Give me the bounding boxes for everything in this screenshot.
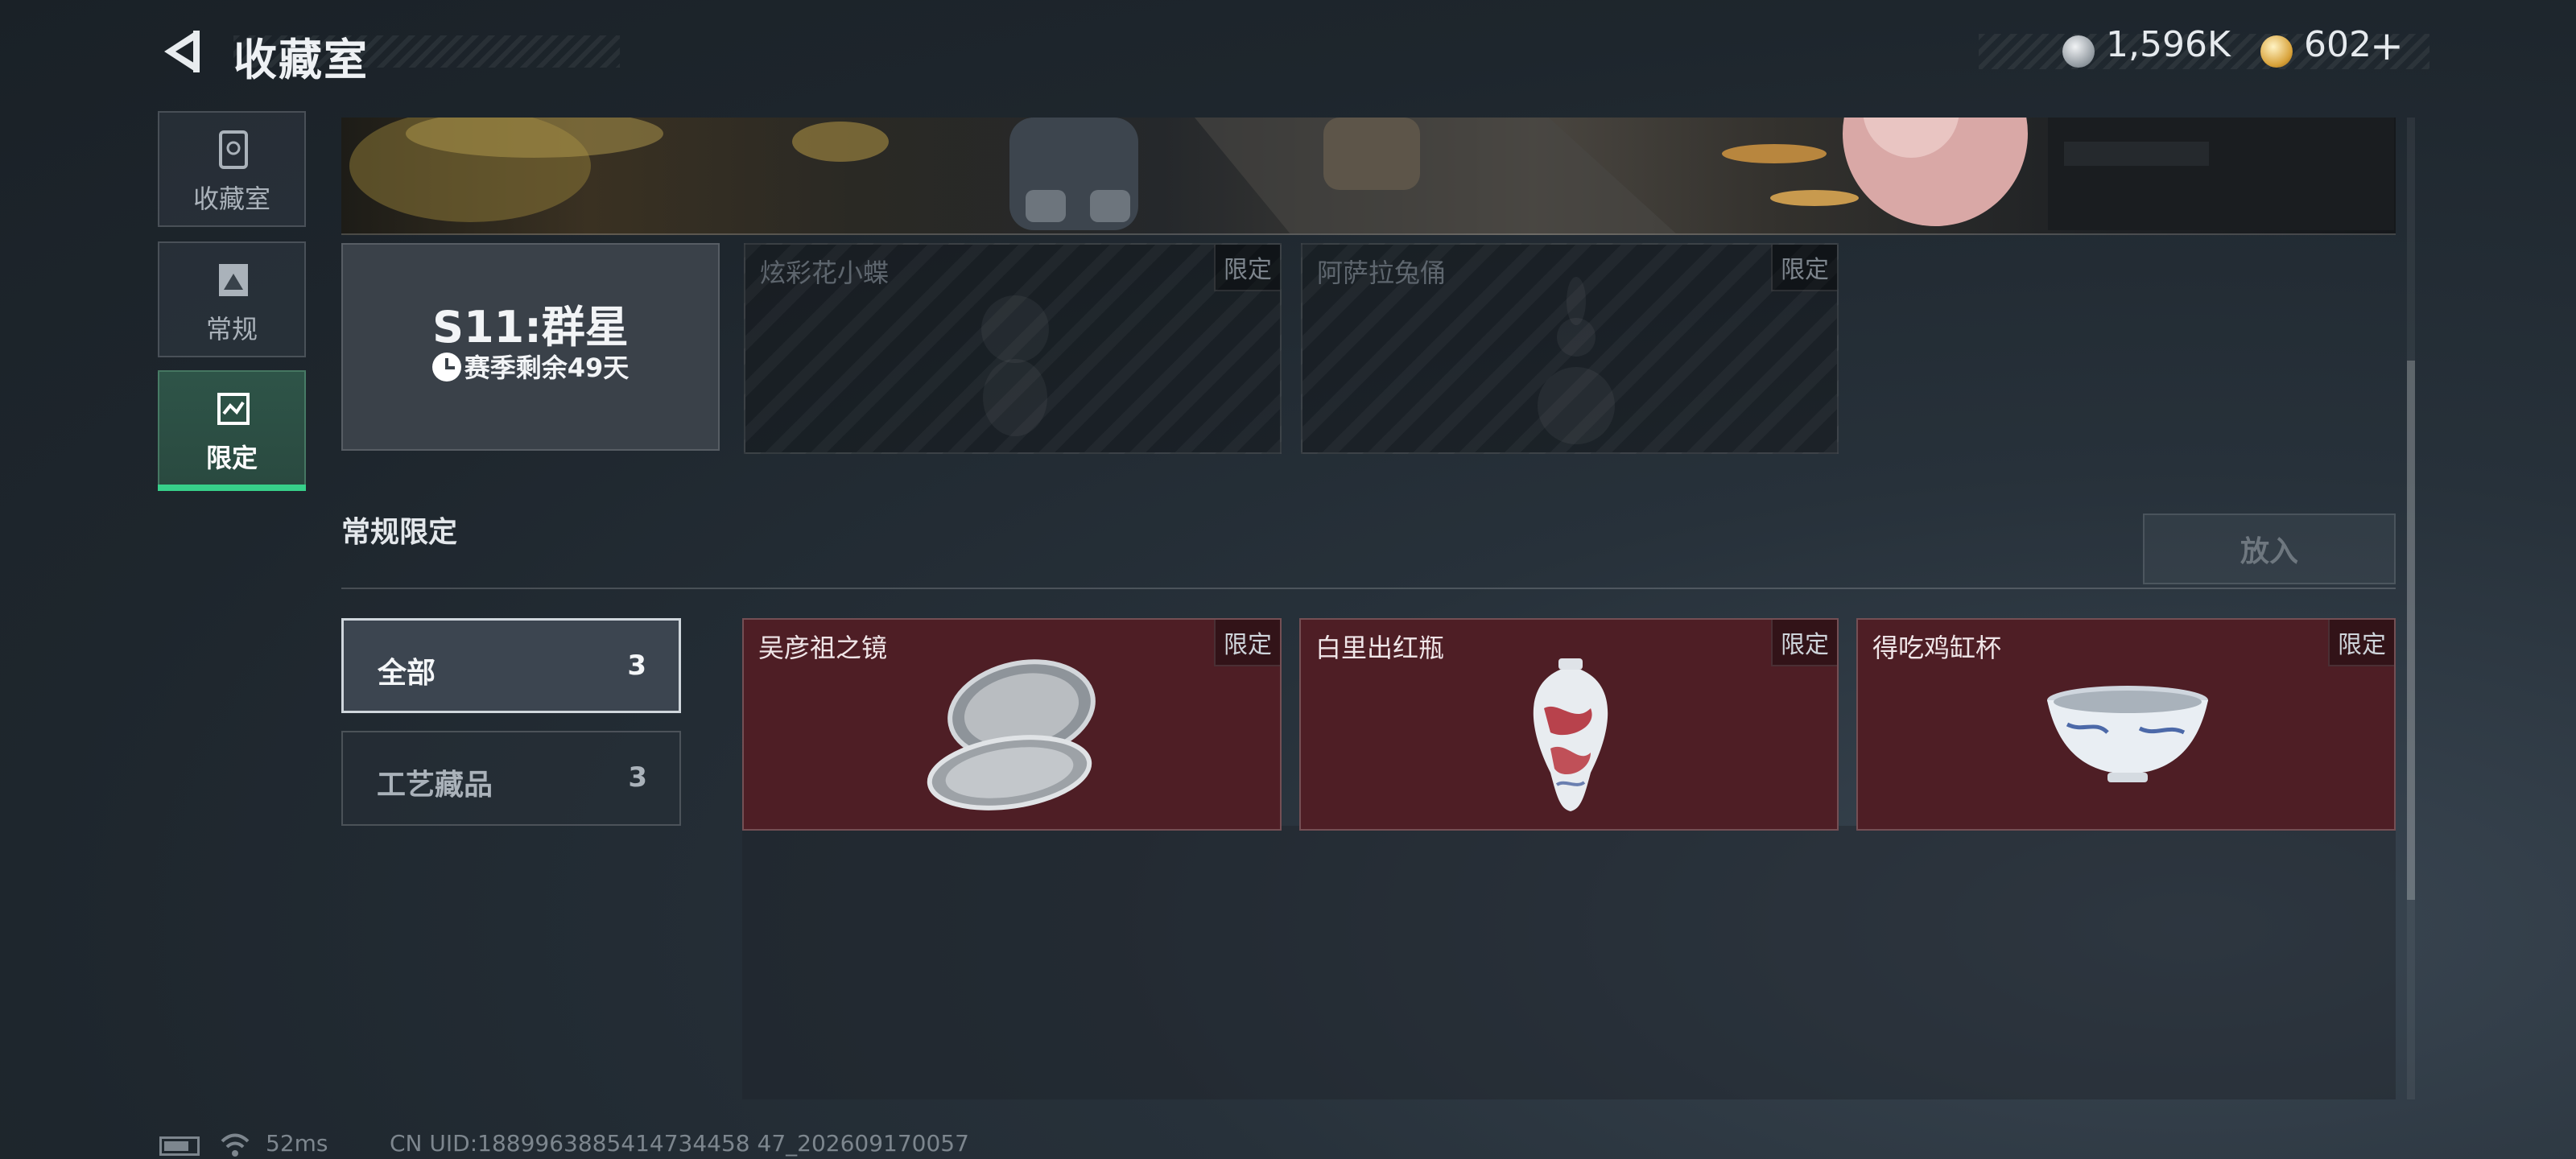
tab-collection[interactable]: 收藏室 xyxy=(158,111,306,227)
limited-icon xyxy=(217,393,250,425)
mirror-icon xyxy=(927,659,1096,810)
page-title: 收藏室 xyxy=(233,35,369,85)
item-name: 白里出红瓶 xyxy=(1315,633,1445,663)
filter-count: 3 xyxy=(628,761,647,794)
filter-crafts[interactable]: 工艺藏品 3 xyxy=(341,731,681,826)
clock-icon xyxy=(431,353,461,382)
battery-icon xyxy=(159,1136,200,1156)
tab-limited[interactable]: 限定 xyxy=(158,370,306,491)
season-card[interactable]: S11:群星 赛季剩余49天 xyxy=(341,243,720,451)
season-item-card[interactable]: 阿萨拉兔俑 限定 xyxy=(1301,243,1839,454)
limited-tag: 限定 xyxy=(1214,245,1280,291)
limited-tag: 限定 xyxy=(2328,620,2394,666)
add-currency-button[interactable]: + xyxy=(2370,23,2404,69)
empty-grid-area xyxy=(742,826,2396,1099)
tab-regular[interactable]: 常规 xyxy=(158,241,306,357)
filter-count: 3 xyxy=(627,650,646,682)
banner-artwork xyxy=(349,118,2394,233)
collection-icon xyxy=(219,130,248,169)
season-remaining: 赛季剩余49天 xyxy=(343,348,718,385)
regular-icon xyxy=(219,264,248,296)
item-name: 吴彦祖之镜 xyxy=(758,633,888,663)
tab-limited-label: 限定 xyxy=(205,443,258,473)
season-item-name: 阿萨拉兔俑 xyxy=(1317,258,1447,288)
active-tab-indicator xyxy=(158,485,306,491)
limited-tag: 限定 xyxy=(1214,620,1280,666)
put-in-button[interactable]: 放入 xyxy=(2143,514,2396,584)
filter-label: 全部 xyxy=(378,657,436,690)
season-remaining-text: 赛季剩余49天 xyxy=(464,353,630,383)
scrollbar-thumb[interactable] xyxy=(2407,361,2415,900)
gold-currency-value: 602 xyxy=(2304,24,2372,65)
filter-label: 工艺藏品 xyxy=(377,769,493,802)
limited-tag: 限定 xyxy=(1771,245,1837,291)
section-divider xyxy=(341,588,2396,589)
tab-collection-label: 收藏室 xyxy=(192,184,270,214)
item-card-mirror[interactable]: 吴彦祖之镜 限定 xyxy=(742,618,1282,831)
section-title: 常规限定 xyxy=(341,516,458,549)
wifi-icon xyxy=(221,1133,250,1157)
silver-currency-value: 1,596K xyxy=(2106,24,2231,65)
back-arrow-icon xyxy=(164,31,200,72)
tab-regular-label: 常规 xyxy=(205,314,258,344)
silver-coin-icon xyxy=(2062,35,2095,68)
collection-banner xyxy=(341,118,2396,235)
gold-coin-icon xyxy=(2260,35,2293,68)
cup-icon xyxy=(2047,686,2208,782)
uid-text: CN UID:1889963885414734458 47_2026091700… xyxy=(390,1130,969,1157)
vase-icon xyxy=(1533,658,1608,811)
season-item-name: 炫彩花小蝶 xyxy=(760,258,890,288)
ping-value: 52ms xyxy=(266,1130,328,1157)
filter-all[interactable]: 全部 3 xyxy=(341,618,681,713)
item-name: 得吃鸡缸杯 xyxy=(1872,633,2002,663)
season-name: S11:群星 xyxy=(432,302,629,353)
item-card-cup[interactable]: 得吃鸡缸杯 限定 xyxy=(1856,618,2396,831)
season-item-card[interactable]: 炫彩花小蝶 限定 xyxy=(744,243,1282,454)
item-card-vase[interactable]: 白里出红瓶 限定 xyxy=(1299,618,1839,831)
back-button[interactable] xyxy=(158,27,206,76)
butterfly-silhouette-icon xyxy=(981,295,1049,436)
rabbit-figurine-silhouette-icon xyxy=(1538,277,1615,444)
limited-tag: 限定 xyxy=(1771,620,1837,666)
